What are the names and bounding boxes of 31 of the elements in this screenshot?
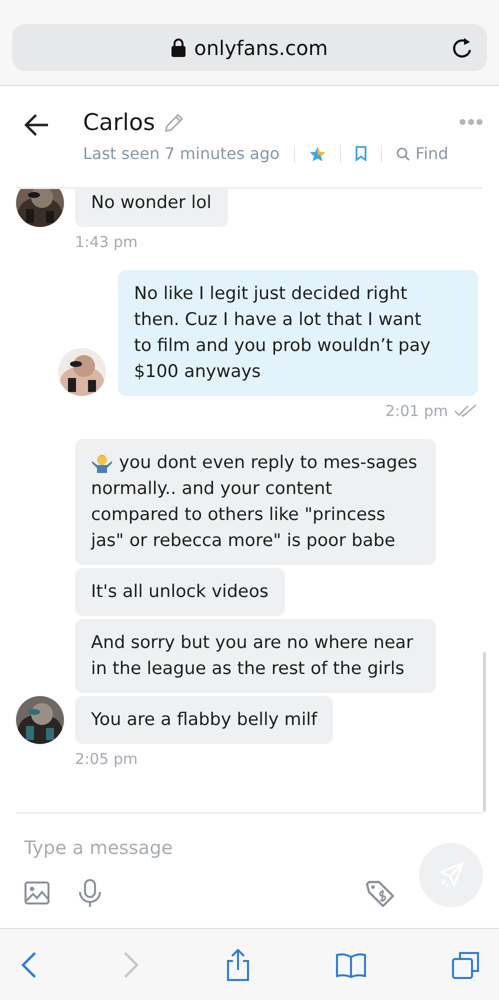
message-text: It's all unlock videos [91, 581, 269, 604]
reload-icon[interactable] [451, 36, 473, 60]
lock-icon [171, 38, 186, 57]
url-text: onlyfans.com [194, 36, 328, 60]
bookmark-icon[interactable] [354, 146, 367, 161]
message-text: And sorry but you are no where near in the league as the rest of the girls [91, 632, 414, 681]
share-button[interactable] [224, 948, 250, 982]
star-icon[interactable] [308, 146, 326, 162]
back-button[interactable] [20, 950, 38, 978]
avatar[interactable] [16, 696, 64, 744]
address-bar[interactable]: onlyfans.com [12, 24, 487, 71]
avatar[interactable] [16, 189, 64, 227]
message-time: 2:01 pm [385, 402, 448, 420]
search-icon [396, 146, 410, 160]
message-time: 1:43 pm [75, 233, 138, 251]
last-seen-status: Last seen 7 minutes ago [83, 144, 280, 163]
more-options-icon[interactable] [459, 118, 483, 126]
message-text: You are a flabby belly milf [91, 709, 318, 732]
contact-name: Carlos [83, 110, 156, 136]
message-time: 2:05 pm [75, 750, 138, 768]
message-text: No wonder lol [91, 192, 212, 215]
tabs-button[interactable] [451, 950, 481, 980]
image-icon[interactable] [24, 881, 50, 905]
avatar[interactable] [58, 348, 106, 396]
price-tag-icon[interactable] [365, 880, 395, 908]
microphone-icon[interactable] [78, 879, 102, 907]
message-input[interactable]: Type a message [24, 838, 394, 859]
bookmarks-button[interactable] [334, 950, 367, 978]
message-text: No like I legit just decided right then. Cuz I have a lot that I want to film and you prob wouldn’t pay $100 anyways [134, 283, 432, 384]
pencil-icon[interactable] [164, 113, 184, 133]
message-text: you dont even reply to mes-sages normally.. and your content compared to others like "princess jas" or rebecca more" is poor babe [91, 452, 418, 553]
